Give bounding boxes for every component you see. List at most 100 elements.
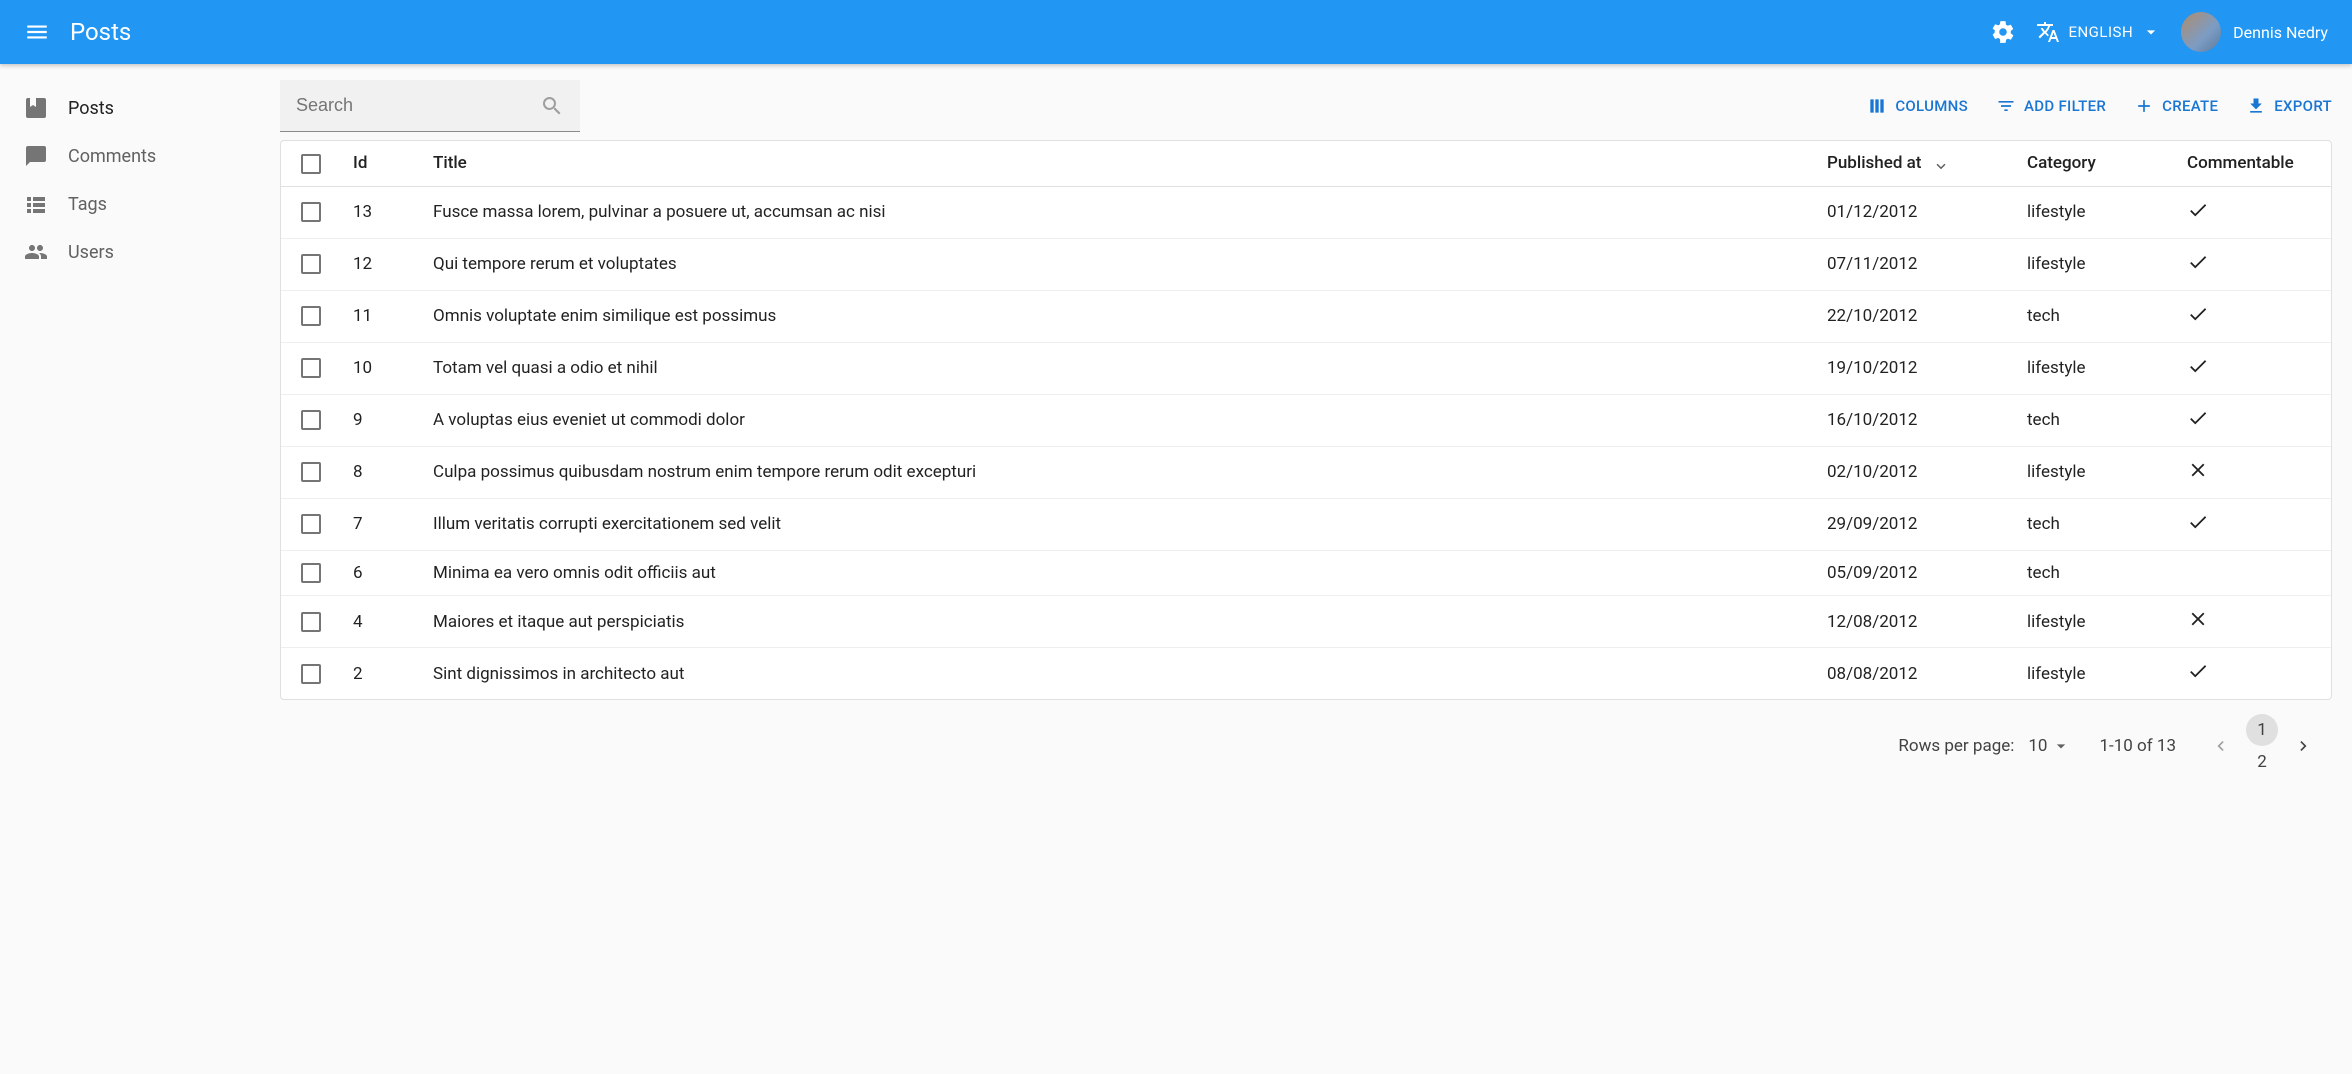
table-row[interactable]: 2Sint dignissimos in architecto aut08/08… xyxy=(281,648,2331,700)
search-icon xyxy=(540,94,564,118)
sidebar-item-comments[interactable]: Comments xyxy=(0,132,260,180)
page-title: Posts xyxy=(70,18,1990,46)
download-icon xyxy=(2246,96,2266,116)
sidebar: Posts Comments Tags Users xyxy=(0,64,260,808)
table-row[interactable]: 7Illum veritatis corrupti exercitationem… xyxy=(281,498,2331,550)
row-checkbox[interactable] xyxy=(301,254,321,274)
table-row[interactable]: 8Culpa possimus quibusdam nostrum enim t… xyxy=(281,446,2331,498)
cell-category: lifestyle xyxy=(2011,596,2171,648)
cell-commentable xyxy=(2171,446,2331,498)
cell-title: Sint dignissimos in architecto aut xyxy=(417,648,1811,700)
sort-desc-icon xyxy=(1932,155,1950,173)
col-header-category[interactable]: Category xyxy=(2011,141,2171,186)
cell-id: 10 xyxy=(337,342,417,394)
table-row[interactable]: 11Omnis voluptate enim similique est pos… xyxy=(281,290,2331,342)
table-row[interactable]: 12Qui tempore rerum et voluptates07/11/2… xyxy=(281,238,2331,290)
toolbar: COLUMNS ADD FILTER CREATE xyxy=(280,80,2332,132)
cell-title: Omnis voluptate enim similique est possi… xyxy=(417,290,1811,342)
cell-published: 12/08/2012 xyxy=(1811,596,2011,648)
language-switcher[interactable]: ENGLISH xyxy=(2036,20,2161,44)
user-menu[interactable]: Dennis Nedry xyxy=(2181,12,2328,52)
language-label: ENGLISH xyxy=(2068,23,2133,41)
export-button[interactable]: EXPORT xyxy=(2246,96,2332,116)
filter-icon xyxy=(1996,96,2016,116)
cell-title: Fusce massa lorem, pulvinar a posuere ut… xyxy=(417,186,1811,238)
cell-commentable xyxy=(2171,596,2331,648)
dropdown-icon xyxy=(2051,736,2071,756)
cell-published: 19/10/2012 xyxy=(1811,342,2011,394)
cell-title: Illum veritatis corrupti exercitationem … xyxy=(417,498,1811,550)
sidebar-item-tags[interactable]: Tags xyxy=(0,180,260,228)
prev-page[interactable] xyxy=(2204,730,2236,762)
add-filter-button[interactable]: ADD FILTER xyxy=(1996,96,2106,116)
rows-per-page-label: Rows per page: xyxy=(1898,736,2014,756)
row-checkbox[interactable] xyxy=(301,563,321,583)
search-input[interactable] xyxy=(296,95,540,116)
create-button[interactable]: CREATE xyxy=(2134,96,2218,116)
table-row[interactable]: 4Maiores et itaque aut perspiciatis12/08… xyxy=(281,596,2331,648)
cell-id: 4 xyxy=(337,596,417,648)
check-icon xyxy=(2187,303,2209,325)
cell-category: tech xyxy=(2011,550,2171,596)
table-row[interactable]: 10Totam vel quasi a odio et nihil19/10/2… xyxy=(281,342,2331,394)
row-checkbox[interactable] xyxy=(301,306,321,326)
cell-category: lifestyle xyxy=(2011,238,2171,290)
list-icon xyxy=(24,192,48,216)
pagination-range: 1-10 of 13 xyxy=(2099,736,2176,756)
chevron-down-icon xyxy=(2141,22,2161,42)
cell-id: 11 xyxy=(337,290,417,342)
menu-icon[interactable] xyxy=(24,19,50,45)
row-checkbox[interactable] xyxy=(301,462,321,482)
settings-icon[interactable] xyxy=(1990,19,2016,45)
cell-id: 8 xyxy=(337,446,417,498)
row-checkbox[interactable] xyxy=(301,358,321,378)
table-row[interactable]: 13Fusce massa lorem, pulvinar a posuere … xyxy=(281,186,2331,238)
cell-category: tech xyxy=(2011,394,2171,446)
cell-title: Maiores et itaque aut perspiciatis xyxy=(417,596,1811,648)
cell-published: 16/10/2012 xyxy=(1811,394,2011,446)
col-header-commentable[interactable]: Commentable xyxy=(2171,141,2331,186)
row-checkbox[interactable] xyxy=(301,612,321,632)
next-page[interactable] xyxy=(2288,730,2320,762)
cell-commentable xyxy=(2171,550,2331,596)
cell-published: 22/10/2012 xyxy=(1811,290,2011,342)
col-header-title[interactable]: Title xyxy=(417,141,1811,186)
user-name: Dennis Nedry xyxy=(2233,23,2328,42)
cell-commentable xyxy=(2171,342,2331,394)
cell-published: 02/10/2012 xyxy=(1811,446,2011,498)
row-checkbox[interactable] xyxy=(301,664,321,684)
table-row[interactable]: 9A voluptas eius eveniet ut commodi dolo… xyxy=(281,394,2331,446)
row-checkbox[interactable] xyxy=(301,514,321,534)
cell-commentable xyxy=(2171,648,2331,700)
page-1[interactable]: 1 xyxy=(2246,714,2278,746)
sidebar-item-users[interactable]: Users xyxy=(0,228,260,276)
cell-title: Totam vel quasi a odio et nihil xyxy=(417,342,1811,394)
cell-published: 29/09/2012 xyxy=(1811,498,2011,550)
cell-id: 7 xyxy=(337,498,417,550)
row-checkbox[interactable] xyxy=(301,202,321,222)
table-row[interactable]: 6Minima ea vero omnis odit officiis aut0… xyxy=(281,550,2331,596)
page-2[interactable]: 2 xyxy=(2246,746,2278,778)
row-checkbox[interactable] xyxy=(301,410,321,430)
close-icon xyxy=(2187,459,2209,481)
avatar xyxy=(2181,12,2221,52)
data-table: Id Title Published at Category Commentab… xyxy=(280,140,2332,700)
sidebar-item-label: Tags xyxy=(68,194,107,215)
cell-published: 05/09/2012 xyxy=(1811,550,2011,596)
rows-per-page-select[interactable]: 10 xyxy=(2028,736,2071,756)
check-icon xyxy=(2187,511,2209,533)
check-icon xyxy=(2187,660,2209,682)
search-box[interactable] xyxy=(280,80,580,132)
sidebar-item-posts[interactable]: Posts xyxy=(0,84,260,132)
sidebar-item-label: Comments xyxy=(68,146,156,167)
columns-icon xyxy=(1867,96,1887,116)
columns-button[interactable]: COLUMNS xyxy=(1867,96,1968,116)
col-header-published[interactable]: Published at xyxy=(1811,141,2011,186)
select-all-checkbox[interactable] xyxy=(301,154,321,174)
cell-published: 07/11/2012 xyxy=(1811,238,2011,290)
col-header-id[interactable]: Id xyxy=(337,141,417,186)
cell-id: 2 xyxy=(337,648,417,700)
bookmark-icon xyxy=(24,96,48,120)
cell-category: lifestyle xyxy=(2011,186,2171,238)
cell-title: Minima ea vero omnis odit officiis aut xyxy=(417,550,1811,596)
